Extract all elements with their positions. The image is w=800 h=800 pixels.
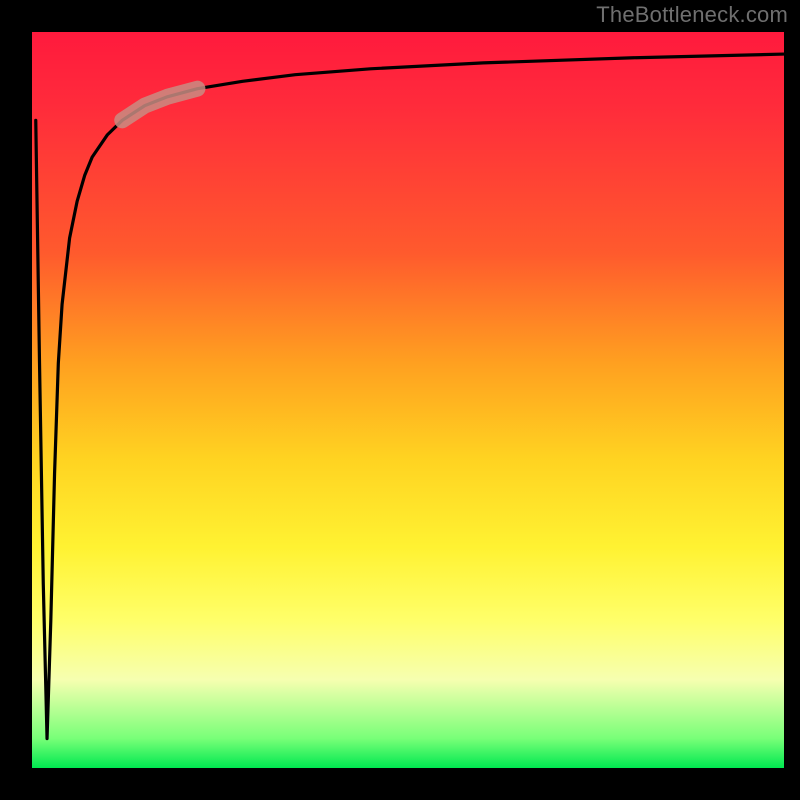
curve-highlight	[32, 32, 784, 768]
attribution-text: TheBottleneck.com	[596, 2, 788, 28]
chart-frame: TheBottleneck.com	[0, 0, 800, 800]
plot-area	[32, 32, 784, 768]
bottleneck-curve	[32, 32, 784, 768]
